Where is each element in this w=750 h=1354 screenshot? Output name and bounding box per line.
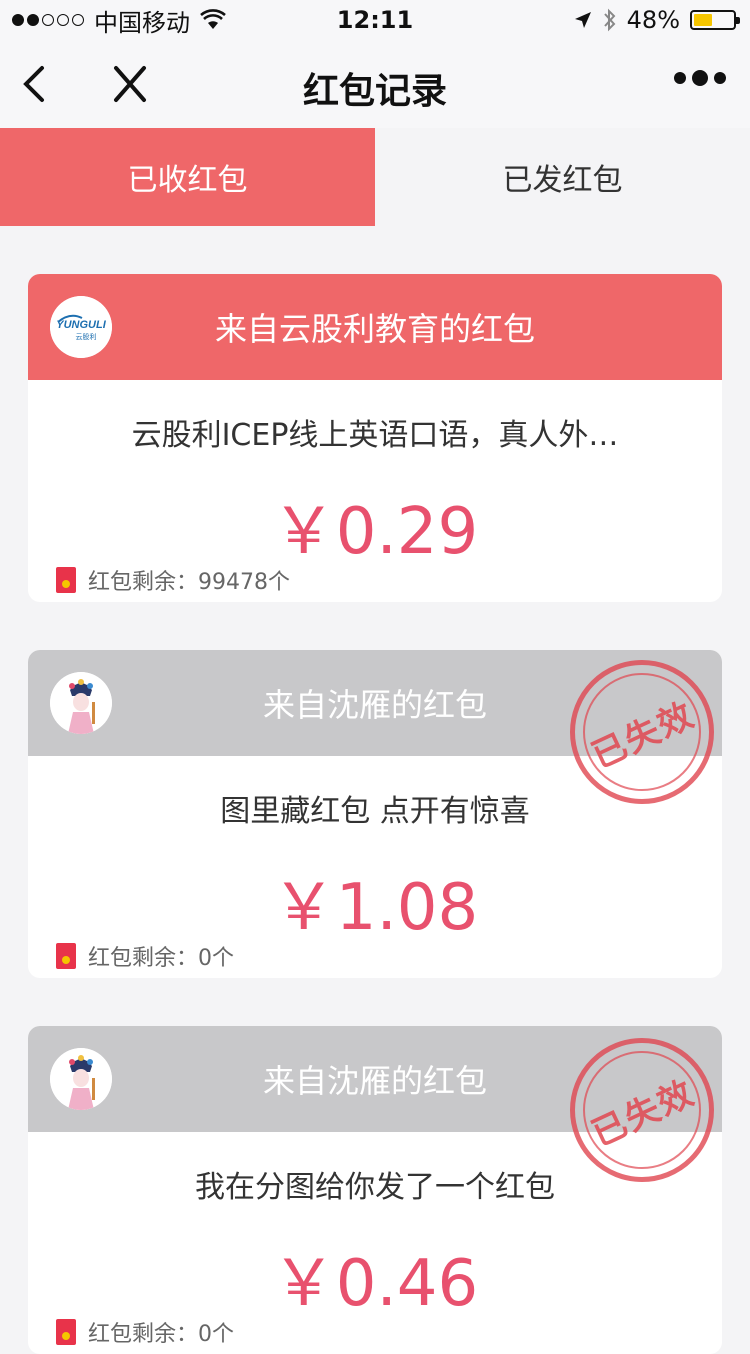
red-packet-card[interactable]: 来自沈雁的红包 图里藏红包 点开有惊喜 ￥1.08 红包剩余：0个 已失效 [28,650,722,978]
stamp-text: 已失效 [586,694,701,777]
opera-character-avatar-icon [50,1048,112,1110]
card-from: 来自沈雁的红包 [262,686,487,724]
tab-received[interactable]: 已收红包 [0,128,375,226]
red-envelope-icon [56,943,76,969]
stamp-text: 已失效 [586,1072,701,1155]
battery-icon [690,10,740,30]
opera-character-avatar-icon [50,672,112,734]
remaining-count: 红包剩余：99478个 [88,570,290,595]
card-remaining: 红包剩余：99478个 [56,564,290,596]
remaining-count: 红包剩余：0个 [88,1322,234,1347]
card-amount: ￥0.46 [271,1247,479,1321]
card-amount: ￥0.29 [271,495,479,569]
avatar [50,672,112,734]
svg-text:YUNGULI: YUNGULI [56,319,106,331]
expired-stamp: 已失效 [570,660,714,804]
status-right: 48% [573,6,740,34]
red-envelope-icon [56,1319,76,1345]
card-remaining: 红包剩余：0个 [56,940,234,972]
avatar: YUNGULI 云股利 [50,296,112,358]
card-from: 来自沈雁的红包 [262,1062,487,1100]
avatar [50,1048,112,1110]
tab-sent[interactable]: 已发红包 [375,128,750,226]
battery-level [694,14,713,26]
more-dots-icon[interactable] [674,70,726,86]
svg-text:云股利: 云股利 [76,332,97,341]
nav-bar: 红包记录 [0,40,750,128]
status-bar: 中国移动 12:11 48% [0,0,750,40]
red-packet-card[interactable]: 来自沈雁的红包 我在分图给你发了一个红包 ￥0.46 红包剩余：0个 已失效 [28,1026,722,1354]
card-header: YUNGULI 云股利 来自云股利教育的红包 [28,274,722,380]
bluetooth-icon [603,8,616,32]
card-amount: ￥1.08 [271,871,479,945]
page-title: 红包记录 [302,71,447,112]
tab-bar: 已收红包 已发红包 [0,128,750,226]
card-from: 来自云股利教育的红包 [214,310,535,348]
yunguli-logo-icon: YUNGULI 云股利 [50,296,112,358]
location-arrow-icon [574,12,591,28]
red-envelope-icon [56,567,76,593]
card-remaining: 红包剩余：0个 [56,1316,234,1348]
red-packet-card[interactable]: YUNGULI 云股利 来自云股利教育的红包 云股利ICEP线上英语口语，真人外… [28,274,722,602]
battery-percent: 48% [626,6,680,34]
remaining-count: 红包剩余：0个 [88,946,234,971]
card-description: 云股利ICEP线上英语口语，真人外… [131,418,619,453]
expired-stamp: 已失效 [570,1038,714,1182]
